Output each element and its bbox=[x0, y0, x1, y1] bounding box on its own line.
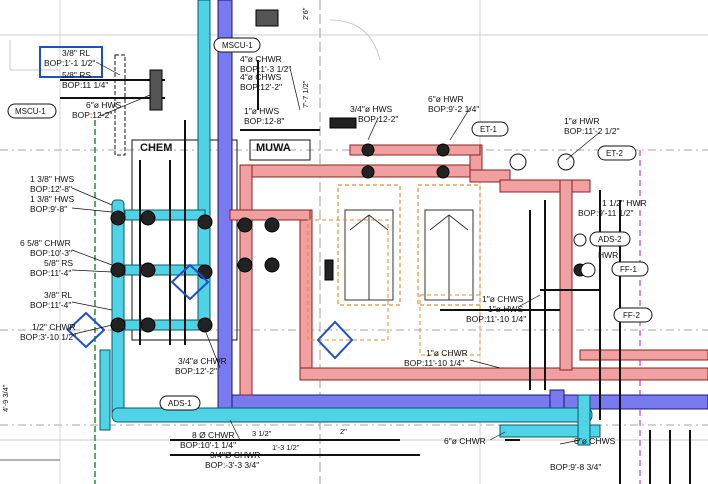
label-chwr-8: 8 Ø CHWR bbox=[192, 430, 235, 440]
piping-plan-svg: CHEM MUWA MSCU-1 MSCU-1 ET-1 ET-2 ADS-1 … bbox=[0, 0, 708, 484]
svg-text:ET-2: ET-2 bbox=[606, 149, 623, 158]
dim-1: 3 1/2" bbox=[252, 429, 272, 438]
label-chwr-1: 1"ø CHWR bbox=[426, 348, 468, 358]
label-rl-top-bop: BOP:1'-1 1/2" bbox=[44, 58, 95, 68]
label-hwr-1: 1"ø HWR bbox=[564, 116, 600, 126]
label-hws-small: 6"ø HWS bbox=[86, 100, 121, 110]
label-rs-58: 5/8" RS bbox=[44, 258, 73, 268]
label-hwr-6: 6"ø HWR bbox=[428, 94, 464, 104]
label-chwr-34b: 3/4"Ø CHWR bbox=[210, 450, 260, 460]
label-chwr-34-bop: BOP:12'-2" bbox=[175, 366, 217, 376]
label-hws-138b-bop: BOP:9'-8" bbox=[30, 204, 67, 214]
zone-label-muwa: MUWA bbox=[256, 142, 291, 154]
label-chws-6-bop: BOP:9'-8 3/4" bbox=[550, 462, 601, 472]
tanks bbox=[307, 184, 481, 356]
svg-text:ADS-1: ADS-1 bbox=[168, 399, 192, 408]
tag-et1[interactable]: ET-1 bbox=[471, 121, 509, 137]
label-rs-top: 5/8" RS bbox=[62, 70, 91, 80]
tag-mscu1-top[interactable]: MSCU-1 bbox=[213, 37, 261, 53]
label-rs-top-bop: BOP:11 1/4" bbox=[62, 80, 108, 90]
label-hws-34-bop: BOP:12-2" bbox=[358, 114, 398, 124]
label-chws-top: 4"ø CHWS bbox=[240, 72, 282, 82]
label-chwr-34: 3/4"ø CHWR bbox=[178, 356, 227, 366]
tag-ff2[interactable]: FF-2 bbox=[613, 307, 653, 323]
tag-et2[interactable]: ET-2 bbox=[597, 145, 637, 161]
label-hws-138b: 1 3/8" HWS bbox=[30, 194, 74, 204]
label-hws-1-bop: BOP:12-8" bbox=[244, 116, 284, 126]
label-chws-6: 6"ø CHWS bbox=[574, 436, 616, 446]
label-hwr-right2: HWR bbox=[598, 250, 618, 260]
zone-label-chem: CHEM bbox=[140, 142, 172, 154]
dim-top2: 2'6" bbox=[301, 7, 310, 20]
svg-text:MSCU-1: MSCU-1 bbox=[222, 41, 253, 50]
tag-ff1[interactable]: FF-1 bbox=[611, 261, 649, 277]
label-rs-58-bop: BOP:11'-4" bbox=[30, 268, 71, 278]
svg-text:ADS-2: ADS-2 bbox=[598, 235, 622, 244]
dim-2: 1'-3 1/2" bbox=[272, 443, 300, 452]
label-hwr-right-bop: BOP:9'-11 1/2" bbox=[578, 208, 634, 218]
label-hws-small-bop: BOP:12-2" bbox=[72, 110, 112, 120]
label-hwr-1-bop: BOP:11'-2 1/2" bbox=[564, 126, 620, 136]
label-chwr-1-bop: BOP:11'-10 1/4" bbox=[404, 358, 464, 368]
label-chwr-8-bop: BOP:10'-1 1/4" bbox=[180, 440, 236, 450]
label-rl-top: 3/8" RL bbox=[62, 48, 90, 58]
label-hws-34: 3/4"ø HWS bbox=[350, 104, 393, 114]
svg-text:MSCU-1: MSCU-1 bbox=[15, 107, 46, 116]
svg-text:FF-2: FF-2 bbox=[623, 311, 640, 320]
label-chwr-top: 4"ø CHWR bbox=[240, 54, 282, 64]
label-chwr-6b: 6"ø CHWR bbox=[444, 436, 486, 446]
label-rl-38: 3/8" RL bbox=[44, 290, 72, 300]
mep-drawing-canvas: CHEM MUWA MSCU-1 MSCU-1 ET-1 ET-2 ADS-1 … bbox=[0, 0, 708, 484]
label-chwr-12-bop: BOP:3'-10 1/2" bbox=[20, 332, 76, 342]
label-chws-1a: 1"ø CHWS bbox=[482, 294, 524, 304]
svg-text:FF-1: FF-1 bbox=[620, 265, 637, 274]
label-chwr-658-bop: BOP:10'-3" bbox=[30, 248, 72, 258]
tag-mscu1-left[interactable]: MSCU-1 bbox=[7, 103, 57, 119]
dim-left: 4'-9 3/4" bbox=[1, 384, 10, 412]
label-chws-top-bop: BOP:12'-2" bbox=[240, 82, 282, 92]
label-hwr-right: 1 1/2" HWR bbox=[602, 198, 647, 208]
dim-top1: 7'-7 1/2" bbox=[301, 80, 310, 108]
label-hws-138a: 1 3/8" HWS bbox=[30, 174, 74, 184]
dim-3: 2" bbox=[340, 427, 347, 436]
tag-ads1[interactable]: ADS-1 bbox=[159, 395, 201, 411]
label-hwr-6-bop: BOP:9'-2 1/4" bbox=[428, 104, 479, 114]
label-hws-1: 1"ø HWS bbox=[244, 106, 279, 116]
label-rl-38-bop: BOP:11'-4" bbox=[30, 300, 71, 310]
label-chwr-34b-bop: BOP:-3'-3 3/4" bbox=[205, 460, 259, 470]
svg-text:ET-1: ET-1 bbox=[480, 125, 497, 134]
label-chws-1-bop: BOP:11'-10 1/4" bbox=[466, 314, 526, 324]
tag-ads2[interactable]: ADS-2 bbox=[589, 231, 631, 247]
label-hws-138a-bop: BOP:12'-8" bbox=[30, 184, 72, 194]
label-chwr-12: 1/2" CHWR bbox=[32, 322, 76, 332]
label-chwr-658: 6 5/8" CHWR bbox=[20, 238, 71, 248]
label-chws-1b: 1"ø HWS bbox=[488, 304, 523, 314]
